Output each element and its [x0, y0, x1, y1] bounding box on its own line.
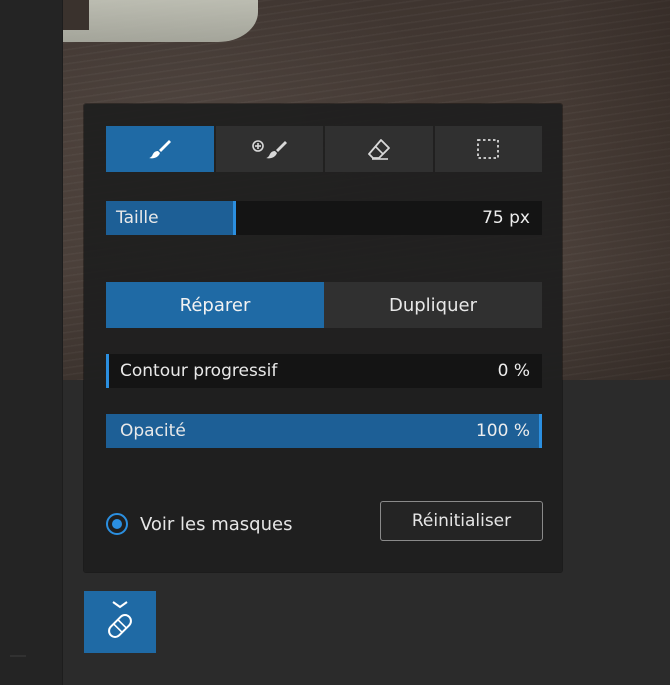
editor-canvas: Taille 75 px Réparer Dupliquer Contour p…	[0, 0, 670, 685]
feather-value: 0 %	[497, 361, 530, 381]
left-toolbar-strip	[0, 0, 63, 685]
opacity-value: 100 %	[475, 421, 530, 441]
clone-brush-icon	[249, 138, 289, 160]
radio-selected-dot	[112, 519, 122, 529]
bandage-icon	[103, 598, 137, 646]
photo-shadow	[560, 0, 670, 380]
show-masks-label: Voir les masques	[140, 513, 293, 535]
duplicate-mode-button[interactable]: Dupliquer	[324, 282, 542, 328]
brush-tool-button[interactable]	[106, 126, 214, 172]
size-label: Taille	[116, 208, 159, 228]
photo-fabric-area	[63, 0, 258, 42]
feather-slider[interactable]: Contour progressif 0 %	[106, 354, 542, 388]
clone-brush-tool-button[interactable]	[215, 126, 323, 172]
feather-label: Contour progressif	[120, 361, 278, 381]
toolbar-tick	[10, 655, 26, 663]
opacity-slider-handle[interactable]	[539, 414, 542, 448]
brush-icon	[147, 138, 173, 160]
opacity-label: Opacité	[120, 421, 186, 441]
reset-button[interactable]: Réinitialiser	[380, 501, 543, 541]
feather-slider-handle[interactable]	[106, 354, 109, 388]
eraser-tool-button[interactable]	[325, 126, 433, 172]
selection-tool-button[interactable]	[434, 126, 542, 172]
size-value: 75 px	[482, 208, 530, 228]
repair-mode-button[interactable]: Réparer	[106, 282, 324, 328]
photo-dark-corner	[63, 0, 89, 30]
chevron-down-icon	[112, 601, 128, 609]
heal-tool-panel: Taille 75 px Réparer Dupliquer Contour p…	[84, 104, 562, 572]
eraser-icon	[366, 137, 392, 161]
size-slider[interactable]: Taille 75 px	[106, 201, 542, 235]
show-masks-radio[interactable]	[106, 513, 128, 535]
size-slider-handle[interactable]	[233, 201, 236, 235]
opacity-slider[interactable]: Opacité 100 %	[106, 414, 542, 448]
mode-toggle: Réparer Dupliquer	[106, 282, 542, 328]
heal-tool-button[interactable]	[84, 591, 156, 653]
brush-tool-row	[106, 126, 542, 172]
selection-rect-icon	[476, 138, 500, 160]
show-masks-option[interactable]: Voir les masques	[106, 510, 292, 538]
